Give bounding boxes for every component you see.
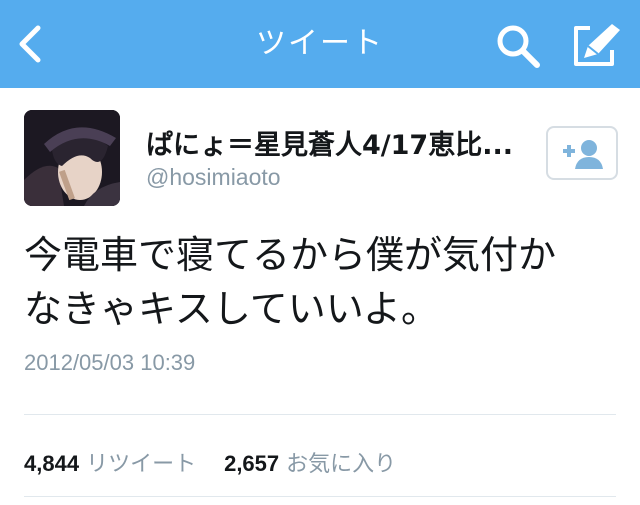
tweet-text-line: なきゃキスしていいよ。: [24, 287, 439, 331]
avatar-image: [24, 110, 120, 206]
nav-bar: ツイート: [0, 0, 640, 88]
screen-name[interactable]: @hosimiaoto: [146, 164, 281, 191]
favorite-count[interactable]: 2,657: [224, 451, 279, 476]
tweet-stats: 4,844 リツイート 2,657 お気に入り: [24, 446, 396, 477]
display-name[interactable]: ぱにょ＝星見蒼人4/17恵比...: [146, 123, 526, 162]
divider: [24, 414, 616, 415]
retweet-count[interactable]: 4,844: [24, 451, 79, 476]
chevron-left-icon[interactable]: [12, 22, 52, 66]
nav-title: ツイート: [256, 26, 384, 61]
search-icon[interactable]: [494, 22, 542, 70]
tweet-timestamp: 2012/05/03 10:39: [24, 350, 196, 375]
avatar[interactable]: [24, 110, 120, 206]
compose-tweet-icon[interactable]: [568, 18, 624, 70]
divider: [24, 496, 616, 497]
retweet-label[interactable]: リツイート: [86, 452, 196, 477]
follow-button[interactable]: [546, 126, 618, 180]
favorite-label[interactable]: お気に入り: [286, 452, 396, 477]
tweet-text: 今電車で寝てるから僕が気付か なきゃキスしていいよ。: [24, 228, 624, 336]
tweet-text-line: 今電車で寝てるから僕が気付か: [24, 233, 557, 277]
add-user-icon: [563, 140, 603, 169]
